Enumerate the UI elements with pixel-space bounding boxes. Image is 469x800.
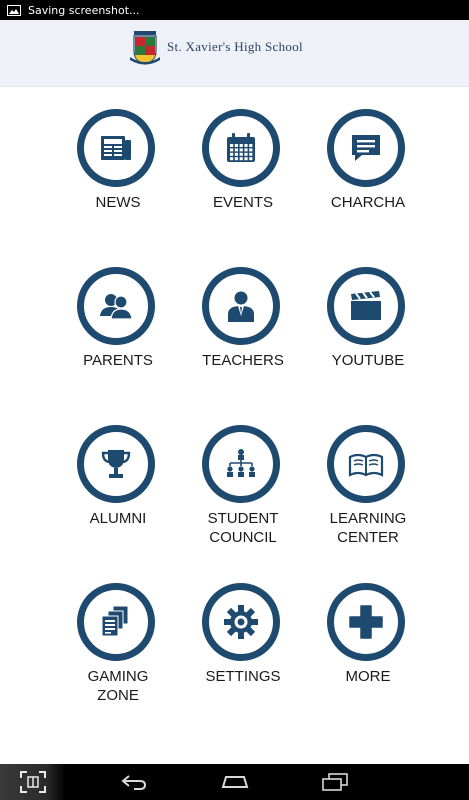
system-nav-bar (0, 764, 469, 800)
trophy-icon (101, 450, 131, 478)
menu-tile-icon-circle (202, 425, 280, 503)
menu-tile-more[interactable]: MORE (305, 583, 431, 733)
menu-tile-label: TEACHERS (180, 351, 306, 370)
chat-bubble-icon (352, 135, 380, 161)
menu-tile-settings[interactable]: SETTINGS (180, 583, 306, 733)
menu-tile-label-line: SETTINGS (205, 668, 281, 685)
recent-apps-icon (322, 773, 348, 791)
open-book-icon (348, 453, 384, 477)
menu-tile-icon-circle (327, 425, 405, 503)
home-button[interactable] (205, 768, 265, 796)
status-bar: Saving screenshot... (0, 0, 469, 20)
menu-tile-label: GAMING ZONE (55, 667, 181, 705)
menu-tile-icon-circle (202, 583, 280, 661)
menu-tile-teachers[interactable]: TEACHERS (180, 267, 306, 417)
menu-tile-icon-circle (327, 267, 405, 345)
clapperboard-icon (351, 291, 381, 320)
menu-tile-icon-circle (77, 267, 155, 345)
menu-tile-charcha[interactable]: CHARCHA (305, 109, 431, 259)
menu-tile-label-line: CENTER (337, 529, 399, 546)
back-icon (121, 775, 147, 790)
menu-tile-label-line: MORE (345, 668, 391, 685)
menu-tile-label-line: GAMING (87, 668, 149, 685)
app-header: St. Xavier's High School (0, 20, 469, 87)
back-button[interactable] (104, 768, 164, 796)
menu-tile-label: ALUMNI (55, 509, 181, 528)
menu-tile-events[interactable]: EVENTS (180, 109, 306, 259)
gear-icon (224, 605, 258, 639)
menu-tile-icon-circle (77, 109, 155, 187)
menu-tile-label: LEARNING CENTER (305, 509, 431, 547)
menu-tile-label: CHARCHA (305, 193, 431, 212)
teacher-icon (228, 291, 254, 322)
plus-icon (349, 605, 383, 639)
menu-tile-alumni[interactable]: ALUMNI (55, 425, 181, 575)
menu-tile-news[interactable]: NEWS (55, 109, 181, 259)
documents-icon (101, 605, 129, 637)
menu-tile-label-line: TEACHERS (202, 352, 284, 369)
calendar-icon (227, 133, 255, 162)
menu-tile-icon-circle (77, 583, 155, 661)
menu-tile-icon-circle (202, 109, 280, 187)
menu-tile-label-line: YOUTUBE (331, 352, 405, 369)
menu-tile-label-line: PARENTS (83, 352, 153, 369)
screenshot-icon (20, 771, 46, 793)
home-icon (221, 776, 249, 788)
menu-tile-label-line: COUNCIL (209, 529, 277, 546)
menu-tile-label-line: LEARNING (329, 510, 407, 527)
school-crest-icon (130, 31, 160, 65)
recent-apps-button[interactable] (305, 768, 365, 796)
menu-tile-label-line: EVENTS (212, 194, 273, 211)
menu-tile-label: NEWS (55, 193, 181, 212)
menu-tile-label-line: NEWS (95, 194, 141, 211)
menu-tile-label: SETTINGS (180, 667, 306, 686)
menu-tile-label-line: ALUMNI (89, 510, 147, 527)
menu-tile-label: YOUTUBE (305, 351, 431, 370)
menu-tile-icon-circle (77, 425, 155, 503)
menu-tile-youtube[interactable]: YOUTUBE (305, 267, 431, 417)
screenshot-button[interactable] (0, 764, 66, 800)
menu-tile-parents[interactable]: PARENTS (55, 267, 181, 417)
menu-tile-student-council[interactable]: STUDENT COUNCIL (180, 425, 306, 575)
status-notification-text: Saving screenshot... (28, 3, 140, 17)
app-screen: Saving screenshot... St. Xavier's High S… (0, 0, 469, 800)
menu-tile-learning-center[interactable]: LEARNING CENTER (305, 425, 431, 575)
menu-tile-label: PARENTS (55, 351, 181, 370)
school-name: St. Xavier's High School (167, 39, 303, 54)
menu-tile-label-line: STUDENT (207, 510, 279, 527)
menu-tile-label-line: ZONE (97, 687, 139, 704)
menu-tile-icon-circle (327, 109, 405, 187)
newspaper-icon (101, 136, 131, 160)
menu-tile-icon-circle (327, 583, 405, 661)
parents-icon (100, 294, 133, 320)
menu-tile-label: MORE (305, 667, 431, 686)
menu-tile-gaming-zone[interactable]: GAMING ZONE (55, 583, 181, 733)
menu-tile-label: EVENTS (180, 193, 306, 212)
menu-tile-label: STUDENT COUNCIL (180, 509, 306, 547)
menu-tile-label-line: CHARCHA (330, 194, 406, 211)
menu-tile-icon-circle (202, 267, 280, 345)
image-notification-icon (7, 4, 21, 16)
hierarchy-icon (227, 449, 255, 477)
